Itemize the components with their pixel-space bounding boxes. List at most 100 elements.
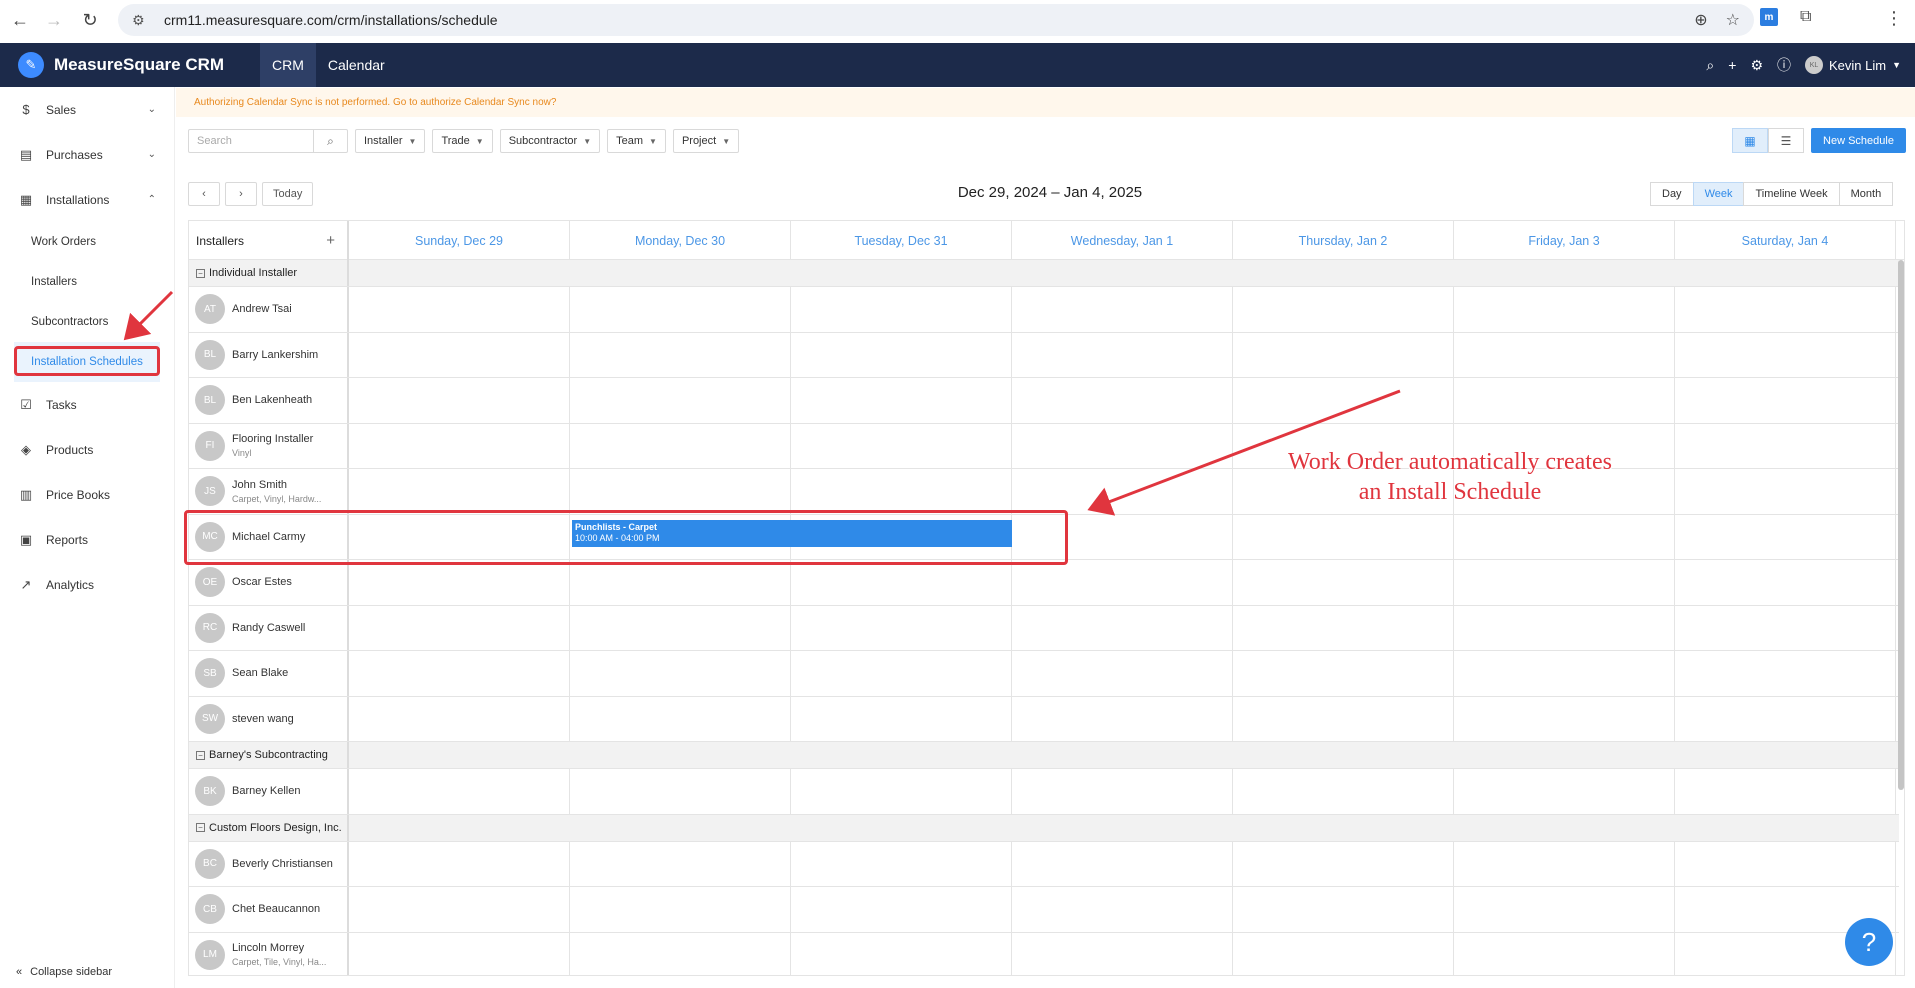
calendar-view-icon[interactable]: ▦ <box>1732 128 1768 153</box>
sidebar-sub-item-work-orders[interactable]: Work Orders <box>0 222 174 262</box>
list-view-icon[interactable]: ☰ <box>1768 128 1804 153</box>
help-chat-button[interactable]: ? <box>1845 918 1893 966</box>
sidebar-item-price-books[interactable]: ▥ Price Books <box>0 472 174 517</box>
schedule-cell[interactable] <box>1012 469 1233 514</box>
day-header[interactable]: Monday, Dec 30 <box>570 221 791 260</box>
sidebar-item-tasks[interactable]: ☑ Tasks <box>0 382 174 427</box>
schedule-cell[interactable] <box>1454 287 1675 332</box>
address-bar[interactable]: ⚙ crm11.measuresquare.com/crm/installati… <box>118 4 1754 36</box>
installer-cell[interactable]: LM Lincoln Morrey Carpet, Tile, Vinyl, Ha.… <box>189 932 349 975</box>
schedule-cell[interactable] <box>349 332 570 377</box>
schedule-cell[interactable] <box>1012 769 1233 814</box>
schedule-cell[interactable] <box>1675 605 1896 650</box>
schedule-cell[interactable] <box>1454 560 1675 605</box>
add-icon[interactable]: + <box>1728 57 1736 73</box>
schedule-cell[interactable] <box>791 560 1012 605</box>
schedule-cell[interactable] <box>1675 378 1896 423</box>
installer-cell[interactable]: FI Flooring Installer Vinyl <box>189 423 349 468</box>
schedule-cell[interactable] <box>1233 332 1454 377</box>
view-month-button[interactable]: Month <box>1838 182 1894 206</box>
subcontractor-filter-dropdown[interactable]: Subcontractor ▼ <box>499 129 601 153</box>
sidebar-item-products[interactable]: ◈ Products <box>0 427 174 472</box>
schedule-cell[interactable] <box>1675 769 1896 814</box>
schedule-cell[interactable] <box>1233 769 1454 814</box>
search-input[interactable]: Search ⌕ <box>188 129 348 153</box>
schedule-cell[interactable] <box>1454 651 1675 696</box>
installer-cell[interactable]: AT Andrew Tsai <box>189 287 349 332</box>
schedule-cell[interactable] <box>1233 887 1454 932</box>
schedule-cell[interactable] <box>1233 932 1454 975</box>
team-filter-dropdown[interactable]: Team ▼ <box>607 129 666 153</box>
schedule-cell[interactable] <box>1012 378 1233 423</box>
schedule-cell[interactable] <box>570 887 791 932</box>
calendar-scrollbar[interactable] <box>1898 260 1904 790</box>
installer-filter-dropdown[interactable]: Installer ▼ <box>355 129 426 153</box>
schedule-cell[interactable] <box>1454 378 1675 423</box>
app-logo[interactable]: ✎ MeasureSquare CRM <box>0 43 260 87</box>
schedule-cell[interactable] <box>1675 423 1896 468</box>
user-menu[interactable]: KL Kevin Lim ▼ <box>1805 56 1901 74</box>
new-schedule-button[interactable]: New Schedule <box>1811 128 1906 153</box>
schedule-cell[interactable] <box>1012 423 1233 468</box>
schedule-cell[interactable] <box>349 841 570 886</box>
schedule-cell[interactable] <box>1233 605 1454 650</box>
schedule-cell[interactable] <box>349 423 570 468</box>
day-header[interactable]: Friday, Jan 3 <box>1454 221 1675 260</box>
schedule-cell[interactable] <box>1233 696 1454 741</box>
schedule-cell[interactable] <box>1233 841 1454 886</box>
sidebar-item-sales[interactable]: $ Sales ⌄ <box>0 87 174 132</box>
tab-crm[interactable]: CRM <box>260 43 316 87</box>
schedule-cell[interactable] <box>570 378 791 423</box>
schedule-cell[interactable] <box>1012 560 1233 605</box>
installer-cell[interactable]: CB Chet Beaucannon <box>189 887 349 932</box>
installer-cell[interactable]: OE Oscar Estes <box>189 560 349 605</box>
schedule-cell[interactable] <box>1454 769 1675 814</box>
schedule-cell[interactable] <box>1012 887 1233 932</box>
view-week-button[interactable]: Week <box>1692 182 1745 206</box>
schedule-cell[interactable] <box>1454 932 1675 975</box>
day-header[interactable]: Thursday, Jan 2 <box>1233 221 1454 260</box>
today-button[interactable]: Today <box>262 182 314 206</box>
schedule-cell[interactable] <box>1233 514 1454 559</box>
day-header[interactable]: Tuesday, Dec 31 <box>791 221 1012 260</box>
tab-calendar[interactable]: Calendar <box>316 43 397 87</box>
schedule-cell[interactable] <box>1454 887 1675 932</box>
schedule-cell[interactable] <box>570 605 791 650</box>
schedule-cell[interactable] <box>570 841 791 886</box>
schedule-cell[interactable] <box>1454 605 1675 650</box>
schedule-cell[interactable] <box>791 769 1012 814</box>
collapse-sidebar-button[interactable]: « Collapse sidebar <box>16 966 112 978</box>
schedule-cell[interactable] <box>1675 560 1896 605</box>
schedule-cell[interactable] <box>1675 696 1896 741</box>
schedule-cell[interactable] <box>1012 605 1233 650</box>
schedule-cell[interactable] <box>791 841 1012 886</box>
schedule-cell[interactable] <box>791 332 1012 377</box>
installer-cell[interactable]: BL Barry Lankershim <box>189 332 349 377</box>
prev-week-button[interactable]: ‹ <box>188 182 220 206</box>
settings-gear-icon[interactable]: ⚙ <box>1750 57 1763 74</box>
search-icon[interactable]: ⌕ <box>1706 57 1714 74</box>
schedule-cell[interactable] <box>349 651 570 696</box>
schedule-cell[interactable] <box>1675 514 1896 559</box>
schedule-cell[interactable] <box>791 605 1012 650</box>
schedule-cell[interactable] <box>1233 287 1454 332</box>
schedule-cell[interactable] <box>1454 514 1675 559</box>
schedule-cell[interactable] <box>791 469 1012 514</box>
trade-filter-dropdown[interactable]: Trade ▼ <box>432 129 493 153</box>
installer-cell[interactable]: SB Sean Blake <box>189 651 349 696</box>
search-icon[interactable]: ⌕ <box>313 130 347 152</box>
schedule-cell[interactable] <box>1012 332 1233 377</box>
group-label[interactable]: − Custom Floors Design, Inc. <box>189 814 349 841</box>
schedule-cell[interactable] <box>1675 841 1896 886</box>
sidebar-sub-item-subcontractors[interactable]: Subcontractors <box>0 302 174 342</box>
add-installer-icon[interactable]: + <box>326 232 335 249</box>
schedule-cell[interactable] <box>349 696 570 741</box>
reload-icon[interactable]: ↻ <box>72 2 108 38</box>
schedule-cell[interactable] <box>570 696 791 741</box>
extensions-puzzle-icon[interactable]: ⧉ <box>1800 8 1811 26</box>
group-label[interactable]: − Barney's Subcontracting <box>189 742 349 768</box>
schedule-cell[interactable] <box>1454 332 1675 377</box>
schedule-cell[interactable] <box>349 378 570 423</box>
schedule-cell[interactable] <box>1012 841 1233 886</box>
sidebar-item-installations[interactable]: ▦ Installations ⌃ <box>0 177 174 222</box>
